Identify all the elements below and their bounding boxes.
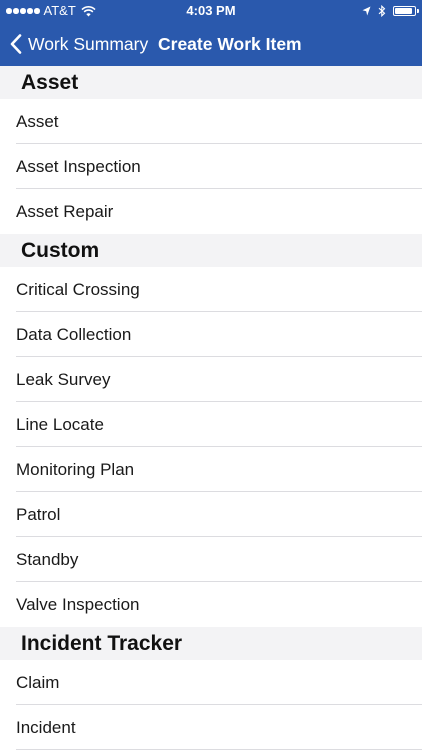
section-asset: Asset Asset Asset Inspection Asset Repai… [0, 66, 422, 234]
page-title: Create Work Item [158, 34, 302, 54]
battery-icon [393, 6, 419, 16]
list-item[interactable]: Patrol [0, 492, 422, 537]
list-item[interactable]: Valve Inspection [0, 582, 422, 627]
navigation-bar: Work Summary Create Work Item [0, 22, 422, 66]
work-item-type-list: Asset Asset Asset Inspection Asset Repai… [0, 66, 422, 750]
back-chevron-icon [10, 34, 22, 54]
back-button-label: Work Summary [28, 33, 149, 54]
back-button[interactable]: Work Summary [10, 22, 148, 66]
section-custom: Custom Critical Crossing Data Collection… [0, 234, 422, 627]
list-item[interactable]: Asset Inspection [0, 144, 422, 189]
screen: AT&T 4:03 PM Work Summary Create Work It… [0, 0, 422, 750]
section-incident-tracker: Incident Tracker Claim Incident [0, 627, 422, 750]
status-time: 4:03 PM [186, 3, 236, 18]
location-arrow-icon [362, 6, 371, 16]
top-bar: AT&T 4:03 PM Work Summary Create Work It… [0, 0, 422, 66]
bluetooth-icon [378, 5, 386, 17]
list-item[interactable]: Asset [0, 99, 422, 144]
status-bar: AT&T 4:03 PM [0, 0, 422, 22]
list-item[interactable]: Asset Repair [0, 189, 422, 234]
list-item[interactable]: Leak Survey [0, 357, 422, 402]
list-item[interactable]: Monitoring Plan [0, 447, 422, 492]
list-item[interactable]: Data Collection [0, 312, 422, 357]
list-item[interactable]: Claim [0, 660, 422, 705]
section-header: Custom [0, 234, 422, 267]
status-right [362, 0, 419, 22]
list-item[interactable]: Critical Crossing [0, 267, 422, 312]
section-header: Incident Tracker [0, 627, 422, 660]
battery-fill [395, 8, 413, 14]
list-item[interactable]: Incident [0, 705, 422, 750]
list-item[interactable]: Line Locate [0, 402, 422, 447]
list-item[interactable]: Standby [0, 537, 422, 582]
section-header: Asset [0, 66, 422, 99]
